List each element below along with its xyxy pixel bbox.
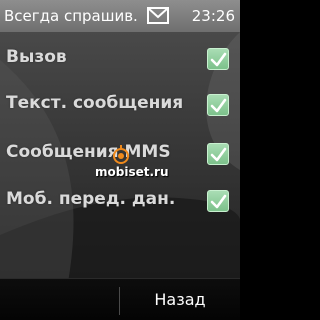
status-title: Всегда спрашив. (4, 7, 138, 25)
option-label: Текст. сообщения (6, 93, 184, 113)
checkmark-icon (210, 98, 227, 113)
watermark-logo-icon (113, 145, 129, 164)
call-checkbox[interactable] (207, 48, 229, 70)
watermark-text: mobiset.ru (95, 165, 169, 179)
option-row-call[interactable]: Вызов (0, 35, 240, 81)
status-time: 23:26 (191, 7, 235, 25)
checkmark-icon (210, 194, 227, 209)
text-messages-checkbox[interactable] (207, 94, 229, 116)
status-bar: Всегда спрашив. 23:26 (0, 0, 240, 32)
option-label: Вызов (6, 47, 67, 67)
option-label: Моб. перед. дан. (6, 189, 176, 209)
option-row-text-messages[interactable]: Текст. сообщения (0, 81, 240, 127)
watermark: mobiset.ru (95, 145, 240, 185)
back-button[interactable]: Назад (120, 279, 240, 320)
envelope-icon (147, 7, 169, 24)
screen: Всегда спрашив. 23:26 Вызов Текст. сообщ… (0, 0, 240, 320)
mobile-data-checkbox[interactable] (207, 190, 229, 212)
softkey-bar: Назад (0, 278, 240, 320)
checkmark-icon (210, 52, 227, 67)
